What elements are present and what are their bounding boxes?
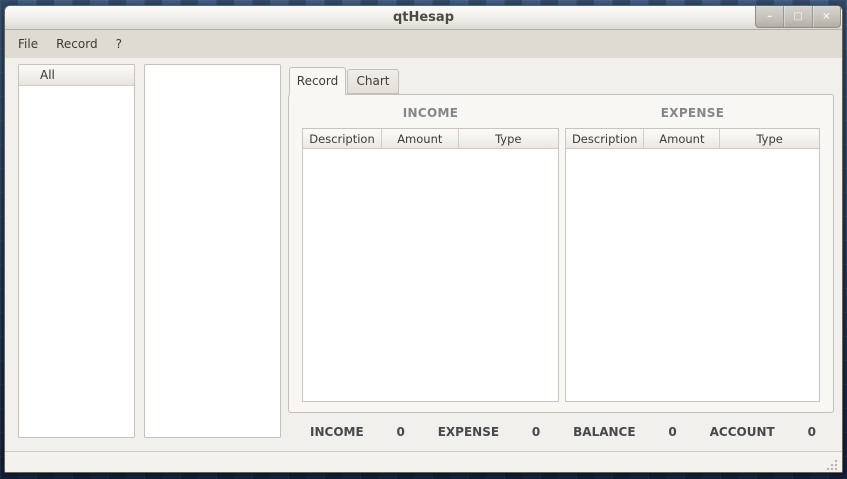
maximize-button[interactable]: □: [783, 6, 811, 27]
minimize-button[interactable]: –: [756, 6, 783, 27]
menu-item-file[interactable]: File: [9, 33, 47, 55]
expense-caption: EXPENSE: [660, 106, 725, 120]
income-table-header: Description Amount Type: [303, 129, 558, 149]
records-list-panel[interactable]: [144, 64, 281, 438]
account-tree-panel: All: [18, 64, 135, 438]
totals-row: INCOME 0 EXPENSE 0 BALANCE 0 ACCOUNT 0: [288, 416, 834, 448]
total-income-label: INCOME: [310, 425, 364, 439]
record-tab-pane: INCOME Description Amount Type EXPENSE D…: [288, 94, 834, 413]
total-balance-value: 0: [668, 425, 677, 439]
close-button[interactable]: ×: [811, 6, 840, 27]
title-bar[interactable]: qtHesap – □ ×: [5, 6, 842, 30]
menu-bar: File Record ?: [5, 30, 842, 58]
tab-record[interactable]: Record: [289, 67, 346, 95]
income-section: INCOME Description Amount Type: [302, 95, 559, 412]
income-table[interactable]: Description Amount Type: [302, 128, 559, 402]
expense-section: EXPENSE Description Amount Type: [565, 95, 820, 412]
income-col-amount[interactable]: Amount: [382, 129, 459, 149]
minimize-icon: –: [767, 11, 773, 22]
expense-col-type[interactable]: Type: [720, 129, 819, 149]
expense-table-header: Description Amount Type: [566, 129, 819, 149]
total-balance-label: BALANCE: [573, 425, 636, 439]
total-expense-value: 0: [531, 425, 541, 439]
desktop-background: qtHesap – □ × File Record ? All Record C…: [0, 0, 847, 479]
close-icon: ×: [822, 11, 831, 22]
expense-table[interactable]: Description Amount Type: [565, 128, 820, 402]
tab-chart[interactable]: Chart: [347, 69, 399, 94]
expense-col-description[interactable]: Description: [566, 129, 645, 149]
total-expense-label: EXPENSE: [437, 425, 500, 439]
window-title: qtHesap: [392, 10, 455, 25]
income-caption: INCOME: [402, 106, 459, 120]
total-income-value: 0: [396, 425, 405, 439]
status-bar: [5, 451, 842, 472]
income-col-description[interactable]: Description: [303, 129, 383, 149]
total-account-label: ACCOUNT: [709, 425, 775, 439]
application-window: qtHesap – □ × File Record ? All Record C…: [4, 5, 843, 473]
menu-item-help[interactable]: ?: [107, 33, 131, 55]
menu-item-record[interactable]: Record: [47, 33, 106, 55]
total-account-value: 0: [807, 425, 816, 439]
maximize-icon: □: [793, 11, 803, 22]
resize-grip-icon[interactable]: [827, 459, 838, 470]
income-col-type[interactable]: Type: [458, 129, 558, 149]
tree-body[interactable]: [19, 86, 134, 438]
window-controls: – □ ×: [755, 6, 841, 28]
expense-col-amount[interactable]: Amount: [644, 129, 721, 149]
tree-header-all[interactable]: All: [19, 65, 134, 86]
